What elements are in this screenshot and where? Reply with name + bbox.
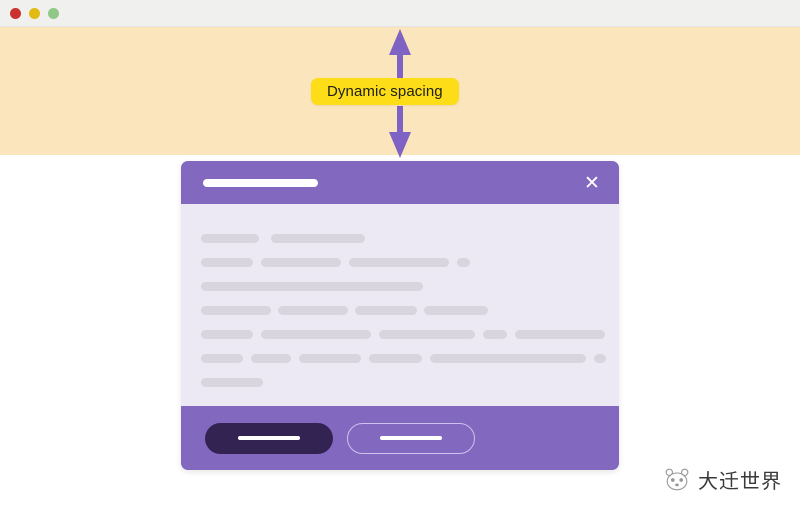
skeleton-line xyxy=(369,354,422,363)
dynamic-spacing-badge: Dynamic spacing xyxy=(311,78,459,105)
skeleton-row xyxy=(201,258,470,267)
window-maximize-button[interactable] xyxy=(48,8,59,19)
skeleton-row xyxy=(201,354,606,363)
modal-body xyxy=(181,204,619,406)
skeleton-gap xyxy=(271,310,278,311)
skeleton-gap xyxy=(507,334,515,335)
skeleton-gap xyxy=(586,358,594,359)
skeleton-line xyxy=(457,258,470,267)
skeleton-line xyxy=(278,306,348,315)
skeleton-line xyxy=(424,306,488,315)
skeleton-gap xyxy=(253,334,261,335)
skeleton-line xyxy=(201,330,253,339)
close-glyph: ✕ xyxy=(584,172,600,194)
skeleton-line xyxy=(261,330,371,339)
skeleton-line xyxy=(349,258,449,267)
skeleton-gap xyxy=(449,262,457,263)
skeleton-row xyxy=(201,378,263,387)
skeleton-gap xyxy=(422,358,430,359)
skeleton-row xyxy=(201,282,423,291)
watermark-text: 大迁世界 xyxy=(698,469,782,493)
skeleton-line xyxy=(355,306,417,315)
primary-action-button[interactable] xyxy=(205,422,333,454)
close-icon[interactable]: ✕ xyxy=(580,171,604,195)
skeleton-line xyxy=(430,354,586,363)
skeleton-row xyxy=(201,306,488,315)
modal-title-placeholder xyxy=(203,179,318,187)
skeleton-line xyxy=(594,354,606,363)
skeleton-line xyxy=(261,258,341,267)
skeleton-row xyxy=(201,234,365,243)
skeleton-line xyxy=(201,234,259,243)
skeleton-gap xyxy=(291,358,299,359)
skeleton-gap xyxy=(341,262,349,263)
modal-header: ✕ xyxy=(181,161,619,204)
skeleton-line xyxy=(201,306,271,315)
window-controls xyxy=(10,8,59,19)
browser-title-bar xyxy=(0,0,800,27)
watermark: 大迁世界 xyxy=(663,465,782,494)
skeleton-line xyxy=(201,378,263,387)
skeleton-gap xyxy=(259,238,271,239)
panda-logo-icon xyxy=(665,468,689,490)
skeleton-gap xyxy=(243,358,251,359)
skeleton-line xyxy=(379,330,475,339)
skeleton-line xyxy=(483,330,507,339)
skeleton-row xyxy=(201,330,605,339)
skeleton-line xyxy=(299,354,361,363)
window-minimize-button[interactable] xyxy=(29,8,40,19)
modal-dialog: ✕ xyxy=(181,161,619,470)
dynamic-spacing-label: Dynamic spacing xyxy=(327,83,443,100)
secondary-action-button[interactable] xyxy=(347,422,475,454)
skeleton-line xyxy=(515,330,605,339)
skeleton-gap xyxy=(417,310,424,311)
skeleton-line xyxy=(251,354,291,363)
secondary-button-label-placeholder xyxy=(380,436,442,440)
skeleton-gap xyxy=(371,334,379,335)
skeleton-gap xyxy=(348,310,355,311)
skeleton-gap xyxy=(253,262,261,263)
screenshot-root: Dynamic spacing ✕ 大迁世界 xyxy=(0,0,800,508)
skeleton-gap xyxy=(361,358,369,359)
skeleton-line xyxy=(201,282,423,291)
skeleton-line xyxy=(201,354,243,363)
window-close-button[interactable] xyxy=(10,8,21,19)
skeleton-line xyxy=(271,234,365,243)
primary-button-label-placeholder xyxy=(238,436,300,440)
skeleton-line xyxy=(201,258,253,267)
skeleton-gap xyxy=(475,334,483,335)
modal-footer xyxy=(181,406,619,470)
